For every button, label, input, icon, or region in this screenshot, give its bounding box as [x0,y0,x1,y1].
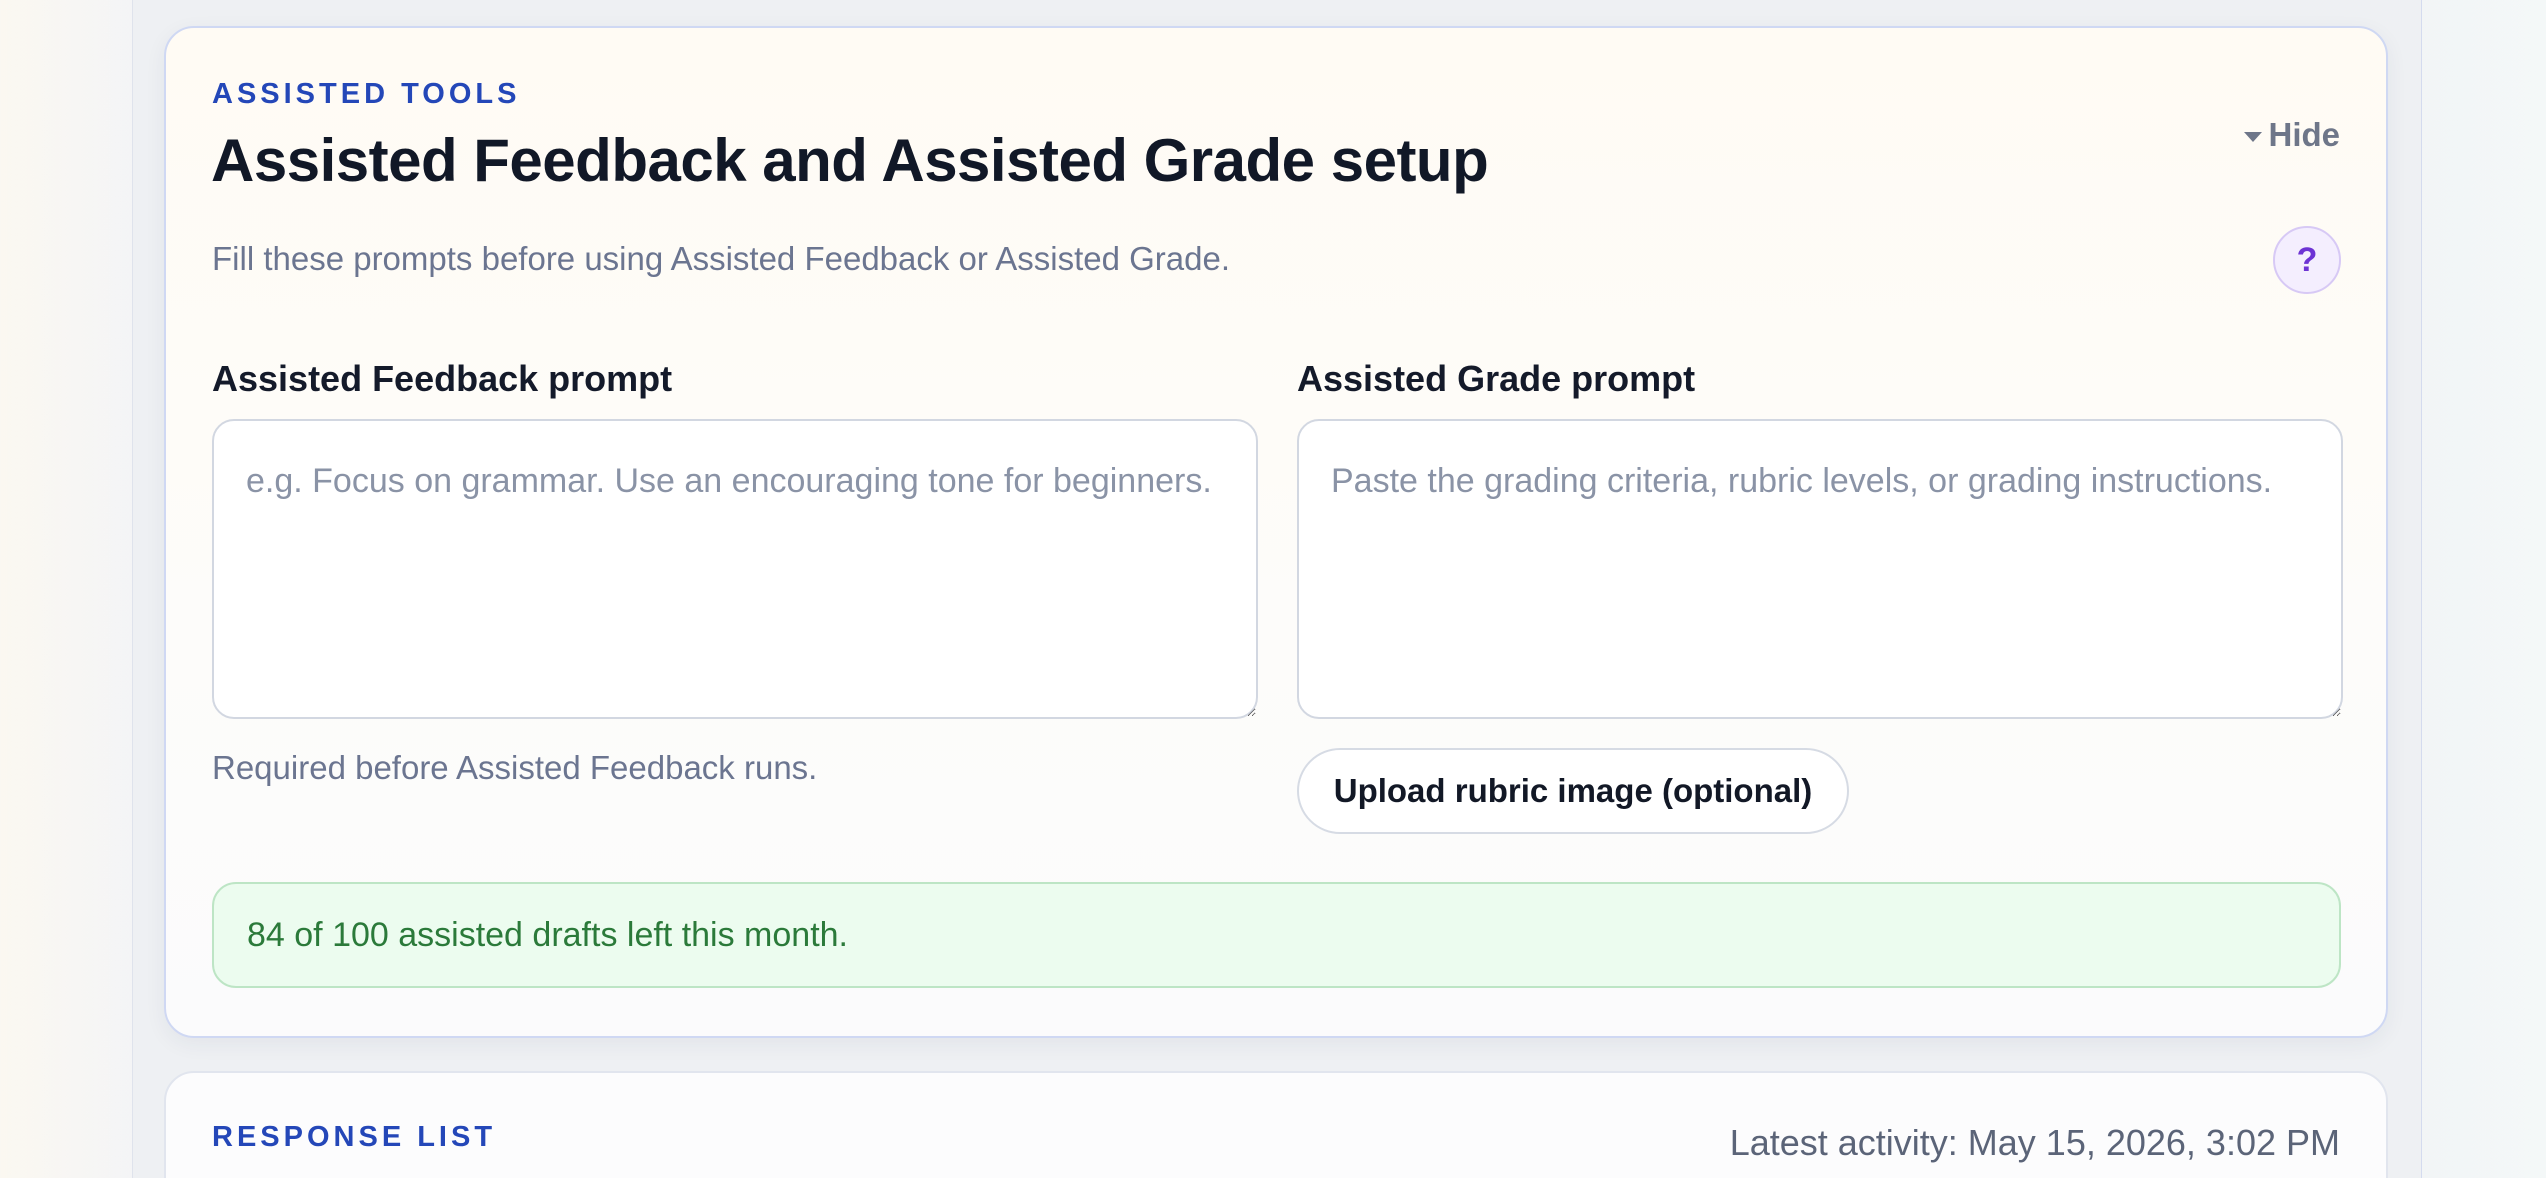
quota-banner: 84 of 100 assisted drafts left this mont… [212,882,2341,988]
upload-rubric-button[interactable]: Upload rubric image (optional) [1297,748,1849,834]
section-eyebrow: ASSISTED TOOLS [212,78,521,110]
response-list-eyebrow: RESPONSE LIST [212,1121,497,1153]
grade-prompt-label: Assisted Grade prompt [1297,358,1696,399]
quota-text: 84 of 100 assisted drafts left this mont… [247,915,848,954]
hide-toggle-button[interactable]: Hide [2244,116,2340,154]
feedback-prompt-input[interactable] [212,419,1258,719]
section-subtitle: Fill these prompts before using Assisted… [212,240,1231,277]
help-button[interactable]: ? [2273,226,2341,294]
question-mark-icon: ? [2296,240,2318,279]
page-title: Assisted Feedback and Assisted Grade set… [211,127,1489,194]
feedback-prompt-label: Assisted Feedback prompt [212,358,673,399]
latest-activity-text: Latest activity: May 15, 2026, 3:02 PM [1729,1122,2340,1163]
caret-down-icon [2244,132,2263,142]
feedback-helper-text: Required before Assisted Feedback runs. [212,749,818,786]
hide-label: Hide [2268,116,2340,153]
grade-prompt-input[interactable] [1297,419,2343,719]
